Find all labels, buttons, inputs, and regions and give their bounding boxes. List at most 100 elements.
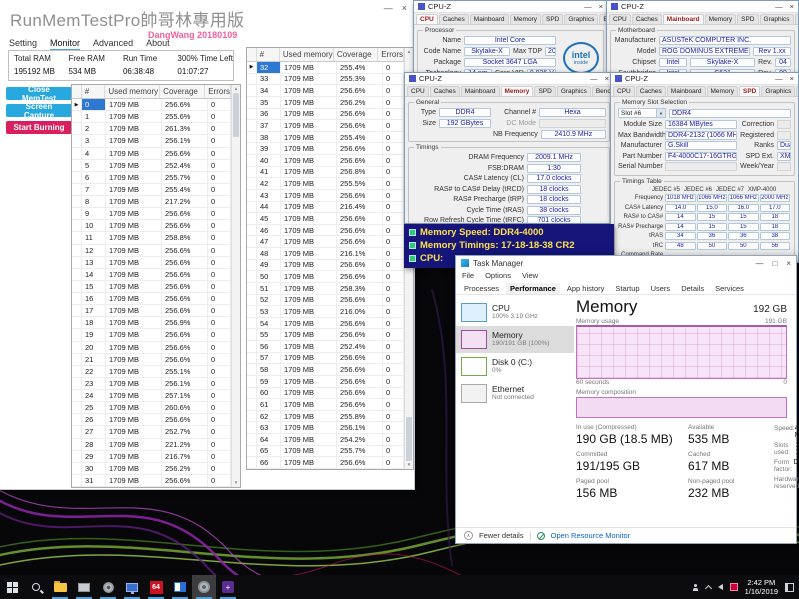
cpuz-tab[interactable]: Mainboard: [469, 14, 509, 24]
table-row[interactable]: 29 1709 MB 216.7% 0: [72, 450, 231, 463]
table-row[interactable]: 56 1709 MB 252.4% 0: [247, 341, 404, 353]
table-row[interactable]: 19 1709 MB 256.6% 0: [72, 329, 231, 342]
table-row[interactable]: 49 1709 MB 256.6% 0: [247, 259, 404, 272]
cpuz-tab[interactable]: Mainboard: [662, 14, 704, 24]
table-row[interactable]: 41 1709 MB 256.8% 0: [247, 166, 404, 179]
close-icon[interactable]: ×: [790, 2, 794, 11]
table-row[interactable]: 3 1709 MB 256.1% 0: [72, 135, 231, 148]
table-row[interactable]: 35 1709 MB 256.2% 0: [247, 96, 404, 109]
tab[interactable]: App history: [563, 283, 609, 294]
table-row[interactable]: 53 1709 MB 216.0% 0: [247, 306, 404, 318]
close-memtest-button[interactable]: Close MemTest: [6, 85, 72, 103]
table-row[interactable]: 27 1709 MB 252.7% 0: [72, 426, 231, 439]
table-row[interactable]: 47 1709 MB 256.6% 0: [247, 236, 404, 248]
table-row[interactable]: 24 1709 MB 257.1% 0: [72, 390, 231, 403]
maximize-icon[interactable]: □: [772, 259, 777, 268]
taskbar-icon-disc-app[interactable]: [96, 575, 120, 599]
table-row[interactable]: 33 1709 MB 255.3% 0: [247, 73, 404, 86]
sidebar-item-disk[interactable]: Disk 0 (C:) 0%: [456, 353, 574, 380]
window-titlebar[interactable]: CPU-Z — ×: [611, 73, 798, 85]
cpuz-tab[interactable]: SPD: [534, 86, 556, 96]
table-row[interactable]: 17 1709 MB 256.6% 0: [72, 305, 231, 318]
taskbar-icon-purple-app[interactable]: +: [216, 575, 240, 599]
minimize-icon[interactable]: —: [384, 3, 393, 13]
cpuz-tab[interactable]: Caches: [631, 14, 662, 24]
table-row[interactable]: 2 1709 MB 261.3% 0: [72, 123, 231, 136]
tab[interactable]: Details: [677, 283, 708, 294]
table-row[interactable]: 45 1709 MB 256.6% 0: [247, 213, 404, 225]
menu-item[interactable]: Options: [485, 271, 511, 280]
table-row[interactable]: 62 1709 MB 255.8% 0: [247, 410, 404, 423]
table-row[interactable]: 4 1709 MB 256.6% 0: [72, 147, 231, 160]
cpuz-tab[interactable]: Bench: [794, 14, 798, 24]
table-row[interactable]: 50 1709 MB 256.6% 0: [247, 271, 404, 283]
table-row[interactable]: 40 1709 MB 256.6% 0: [247, 155, 404, 167]
table-row[interactable]: 20 1709 MB 256.6% 0: [72, 341, 231, 354]
close-icon[interactable]: ×: [786, 259, 791, 268]
table-row[interactable]: 57 1709 MB 256.6% 0: [247, 352, 404, 365]
scroll-down-icon[interactable]: ▼: [234, 479, 238, 487]
taskbar-icon-app-window[interactable]: [72, 575, 96, 599]
table-row[interactable]: 26 1709 MB 256.6% 0: [72, 414, 231, 427]
cpuz-tab[interactable]: SPD: [738, 86, 761, 96]
cpuz-tab[interactable]: Memory: [706, 86, 738, 96]
scroll-up-icon[interactable]: ▲: [407, 48, 411, 56]
people-tray-icon[interactable]: [692, 583, 699, 591]
table-row[interactable]: 13 1709 MB 256.6% 0: [72, 256, 231, 269]
notification-center-icon[interactable]: [785, 582, 794, 592]
fewer-details-button[interactable]: Fewer details: [479, 531, 524, 540]
table-row[interactable]: 48 1709 MB 216.1% 0: [247, 248, 404, 260]
close-icon[interactable]: ×: [402, 3, 407, 13]
table-row[interactable]: 52 1709 MB 256.6% 0: [247, 294, 404, 307]
table-row[interactable]: 44 1709 MB 216.4% 0: [247, 201, 404, 214]
table-row[interactable]: 63 1709 MB 256.1% 0: [247, 422, 404, 434]
cpuz-tab[interactable]: Caches: [429, 86, 460, 96]
table-row[interactable]: 15 1709 MB 256.6% 0: [72, 280, 231, 293]
cpuz-tab[interactable]: Graphics: [556, 86, 591, 96]
cpuz-tab[interactable]: Graphics: [759, 14, 794, 24]
table-row[interactable]: 65 1709 MB 255.7% 0: [247, 445, 404, 458]
cpuz-tab[interactable]: CPU: [416, 14, 438, 24]
table-scrollbar[interactable]: ▲ ▼: [231, 85, 240, 487]
table-row[interactable]: 7 1709 MB 255.4% 0: [72, 183, 231, 196]
table-row[interactable]: 55 1709 MB 256.6% 0: [247, 329, 404, 341]
table-row[interactable]: 66 1709 MB 256.6% 0: [247, 457, 404, 469]
cpuz-tab[interactable]: Memory: [509, 14, 541, 24]
scroll-down-icon[interactable]: ▼: [407, 461, 411, 469]
cpuz-tab[interactable]: Graphics: [564, 14, 599, 24]
table-row[interactable]: 25 1709 MB 260.6% 0: [72, 402, 231, 415]
table-row[interactable]: 43 1709 MB 256.6% 0: [247, 189, 404, 202]
menu-item[interactable]: File: [462, 271, 474, 280]
start-burning-button[interactable]: Start Burning: [6, 121, 72, 134]
search-button[interactable]: [24, 575, 48, 599]
table-row[interactable]: 37 1709 MB 256.6% 0: [247, 120, 404, 132]
table-row[interactable]: 64 1709 MB 254.2% 0: [247, 434, 404, 446]
table-row[interactable]: 54 1709 MB 256.6% 0: [247, 317, 404, 330]
window-titlebar[interactable]: Task Manager — □ ×: [456, 256, 796, 270]
minimize-icon[interactable]: —: [590, 74, 598, 83]
table-row[interactable]: 0 1709 MB 256.6% 0: [72, 99, 231, 112]
minimize-icon[interactable]: —: [775, 2, 783, 11]
table-row[interactable]: 11 1709 MB 258.8% 0: [72, 232, 231, 245]
cpuz-tab[interactable]: SPD: [541, 14, 564, 24]
table-row[interactable]: 9 1709 MB 256.6% 0: [72, 208, 231, 221]
taskbar-icon-file-explorer[interactable]: [48, 575, 72, 599]
table-row[interactable]: 42 1709 MB 255.5% 0: [247, 178, 404, 190]
cpuz-tab[interactable]: Mainboard: [666, 86, 706, 96]
minimize-icon[interactable]: —: [775, 74, 783, 83]
cpuz-tab[interactable]: Graphics: [761, 86, 796, 96]
table-row[interactable]: 10 1709 MB 256.6% 0: [72, 220, 231, 233]
cpuz-tab[interactable]: CPU: [609, 14, 631, 24]
cpuz-tab[interactable]: CPU: [407, 86, 429, 96]
table-row[interactable]: 23 1709 MB 256.1% 0: [72, 377, 231, 390]
taskbar-icon-memtest64[interactable]: 64: [144, 575, 168, 599]
table-row[interactable]: 36 1709 MB 256.6% 0: [247, 108, 404, 121]
volume-icon[interactable]: [717, 584, 723, 590]
scroll-up-icon[interactable]: ▲: [234, 85, 238, 93]
tab[interactable]: Performance: [506, 282, 560, 294]
slot-select[interactable]: Slot #6 ▼: [618, 108, 666, 118]
table-row[interactable]: 5 1709 MB 252.4% 0: [72, 159, 231, 172]
cpuz-tab[interactable]: Caches: [438, 14, 469, 24]
cpuz-tab[interactable]: CPU: [613, 86, 635, 96]
table-row[interactable]: 31 1709 MB 256.6% 0: [72, 474, 231, 487]
